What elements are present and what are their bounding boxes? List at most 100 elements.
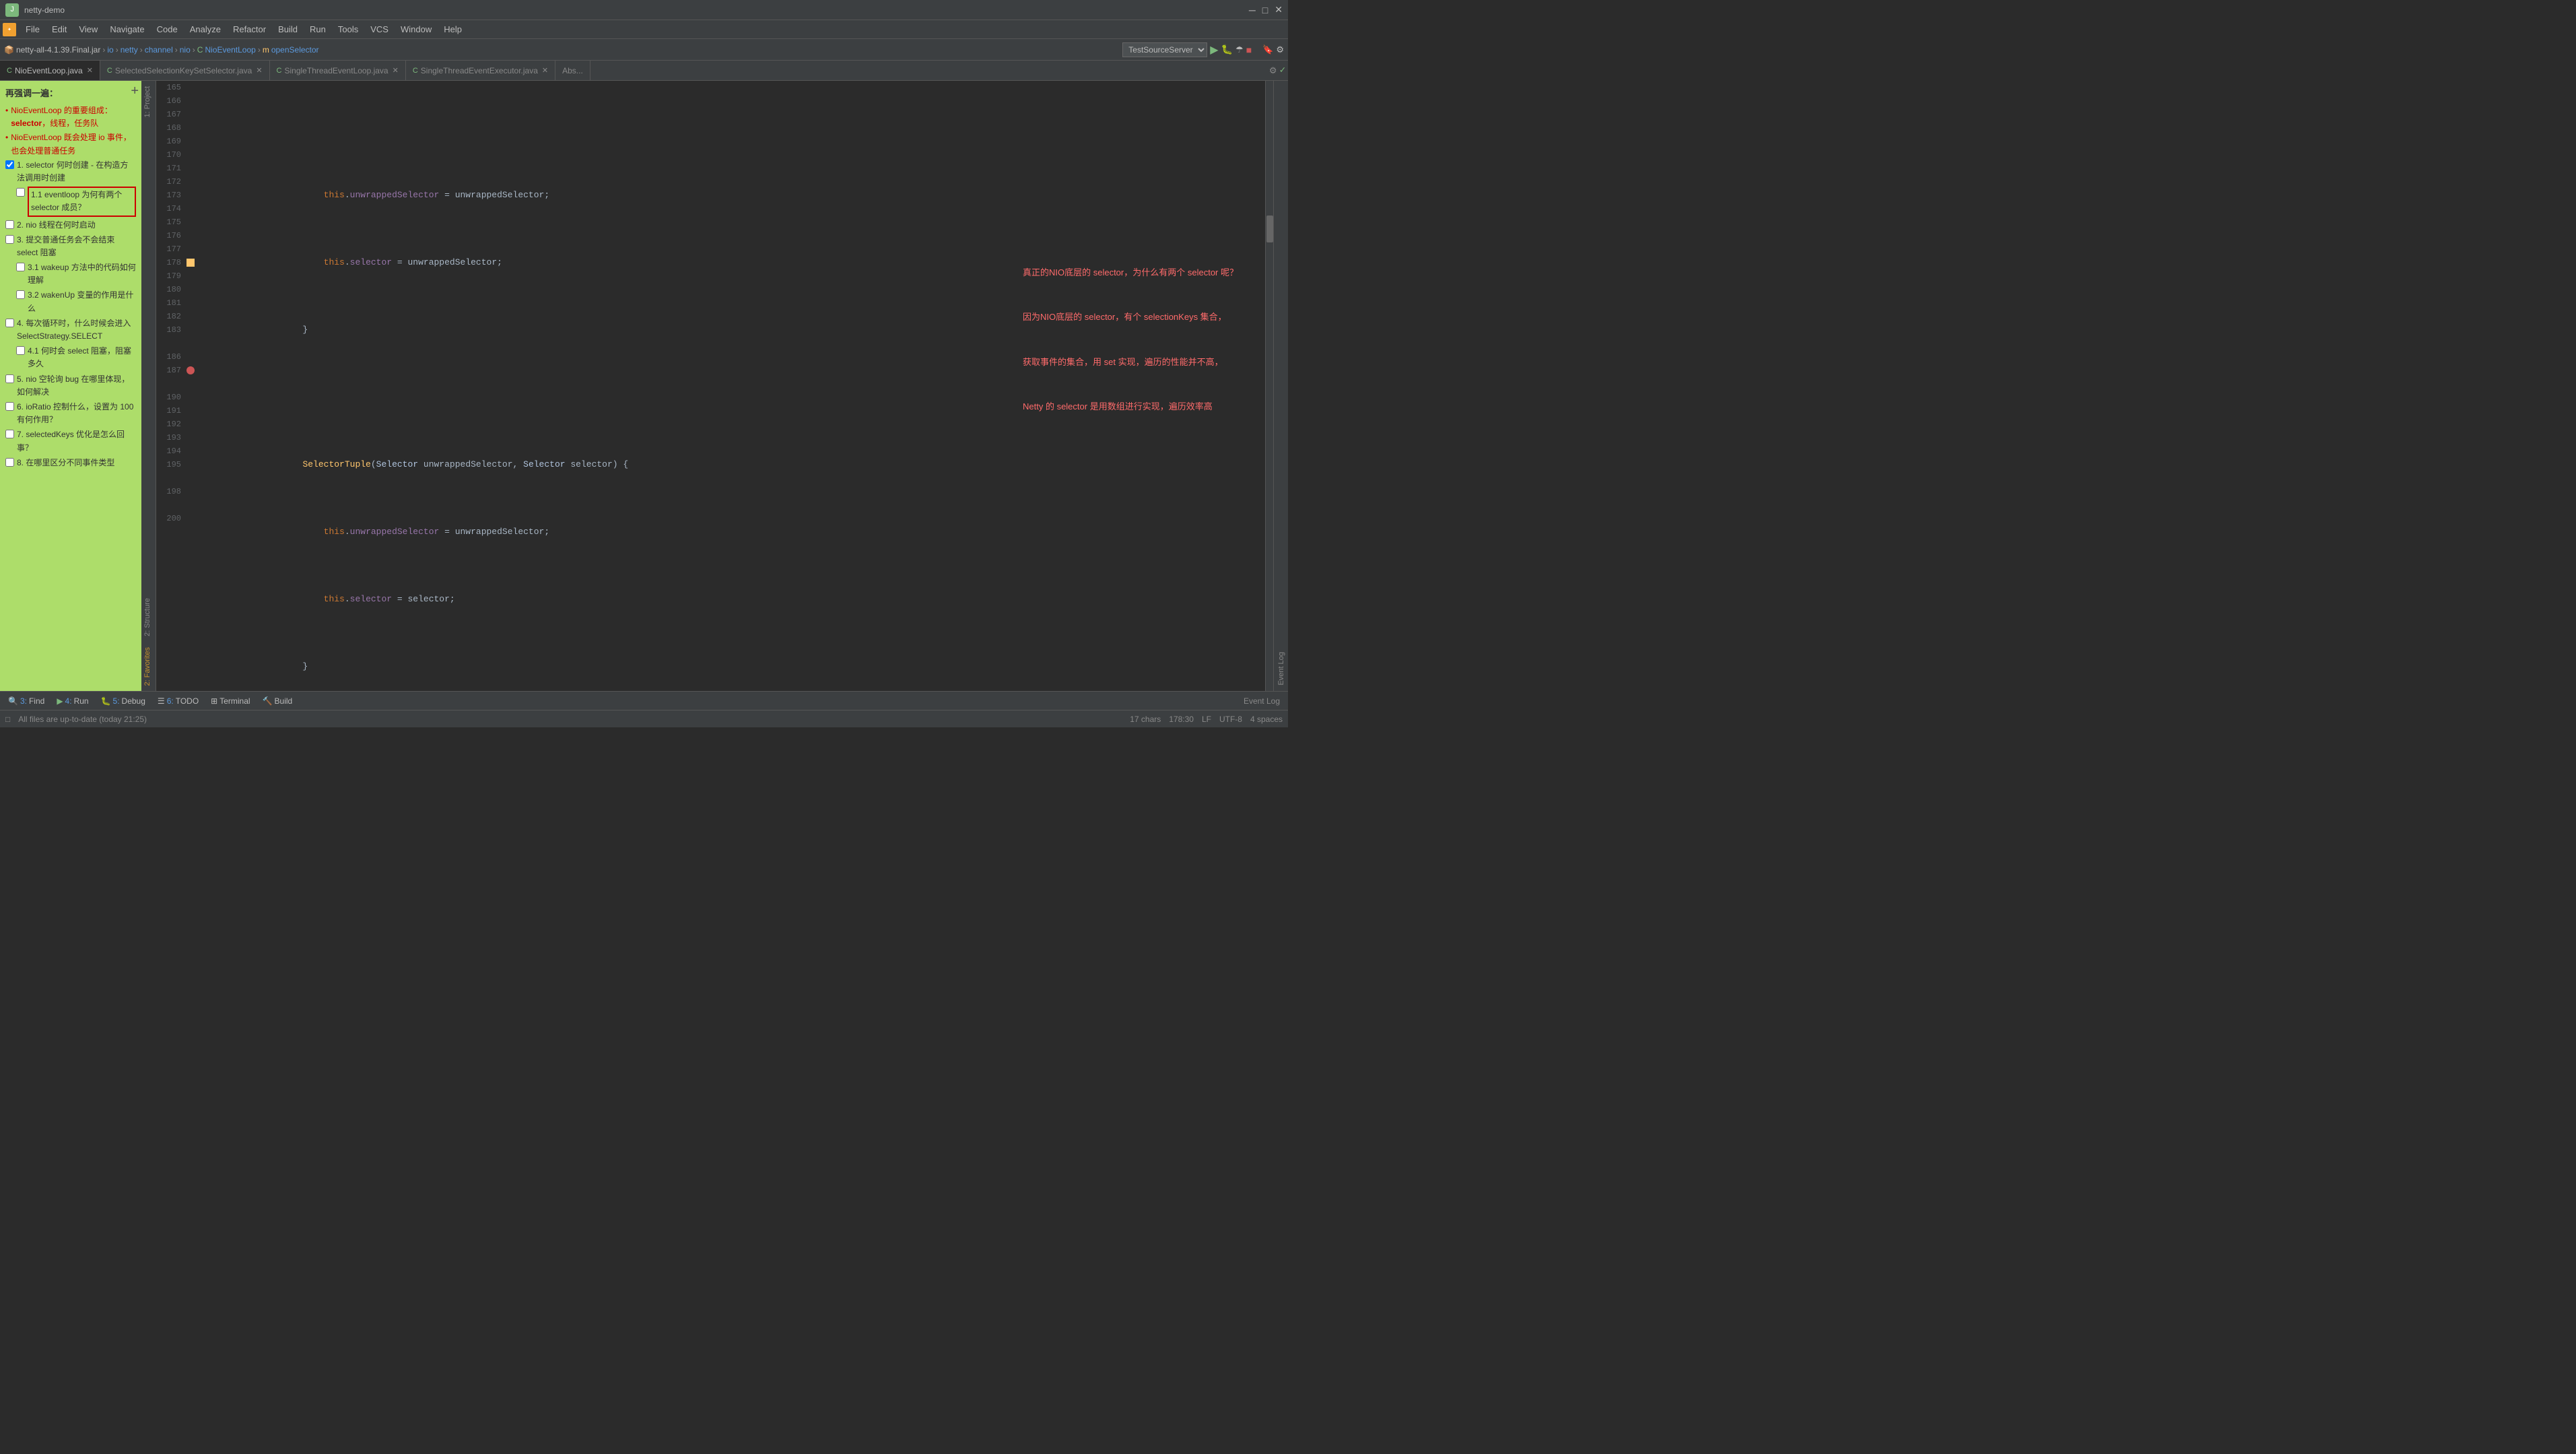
tab-icon-nioeventloop: C bbox=[7, 67, 12, 75]
menu-edit[interactable]: Edit bbox=[46, 22, 72, 36]
stop-button[interactable]: ■ bbox=[1246, 44, 1252, 55]
tab-singlethreadeventloop[interactable]: C SingleThreadEventLoop.java ✕ bbox=[270, 61, 406, 81]
terminal-button[interactable]: ⊞ Terminal bbox=[205, 695, 255, 707]
menu-navigate[interactable]: Navigate bbox=[104, 22, 149, 36]
panel-title: 再强调一遍： bbox=[5, 86, 136, 99]
check-item-4: 4. 每次循环时，什么时候会进入 SelectStrategy.SELECT bbox=[5, 317, 136, 343]
run-tool-button[interactable]: ▶ 4: Run bbox=[51, 695, 94, 707]
menu-analyze[interactable]: Analyze bbox=[184, 22, 226, 36]
code-editor: 165 166 167 168 169 170 171 172 173 174 … bbox=[156, 81, 1273, 691]
tab-icon-singlethread: C bbox=[277, 67, 282, 75]
checkbox-2[interactable] bbox=[5, 220, 14, 229]
tab-label-singlethread: SingleThreadEventLoop.java bbox=[285, 66, 388, 75]
annotation-line-3: 获取事件的集合，用 set 实现，遍历的性能并不高， bbox=[1023, 355, 1238, 370]
tab-abs[interactable]: Abs... bbox=[555, 61, 590, 81]
nav-channel[interactable]: channel bbox=[145, 45, 173, 55]
find-button[interactable]: 🔍 3: Find bbox=[3, 695, 50, 707]
nav-netty[interactable]: netty bbox=[121, 45, 138, 55]
menu-run[interactable]: Run bbox=[304, 22, 331, 36]
menu-tools[interactable]: Tools bbox=[333, 22, 364, 36]
checkbox-1[interactable] bbox=[5, 160, 14, 169]
tab-label-executor: SingleThreadEventExecutor.java bbox=[421, 66, 538, 75]
add-note-button[interactable]: + bbox=[131, 84, 139, 99]
menu-file[interactable]: File bbox=[20, 22, 45, 36]
todo-icon: ☰ bbox=[158, 696, 165, 706]
project-tab[interactable]: 1: Project bbox=[141, 81, 156, 123]
tab-close-singlethread[interactable]: ✕ bbox=[393, 66, 399, 75]
menu-vcs[interactable]: VCS bbox=[365, 22, 394, 36]
favorites-tab[interactable]: 2: Favorites bbox=[141, 642, 156, 691]
maximize-button[interactable]: □ bbox=[1262, 4, 1268, 15]
right-side-panel: Event Log bbox=[1273, 81, 1288, 691]
checkbox-1-1[interactable] bbox=[16, 188, 25, 197]
menu-build[interactable]: Build bbox=[273, 22, 303, 36]
char-count: 17 chars bbox=[1130, 715, 1161, 724]
run-button[interactable]: ▶ bbox=[1210, 43, 1218, 57]
debug-tool-button[interactable]: 🐛 5: Debug bbox=[96, 695, 151, 707]
breakpoint-187[interactable] bbox=[187, 366, 195, 374]
menu-code[interactable]: Code bbox=[151, 22, 183, 36]
encoding[interactable]: UTF-8 bbox=[1219, 715, 1242, 724]
code-container[interactable]: 165 166 167 168 169 170 171 172 173 174 … bbox=[156, 81, 1273, 691]
checkbox-4[interactable] bbox=[5, 319, 14, 327]
tab-singlethreadeventexecutor[interactable]: C SingleThreadEventExecutor.java ✕ bbox=[406, 61, 555, 81]
build-button[interactable]: 🔨 Build bbox=[257, 695, 298, 707]
run-tool-label: Run bbox=[74, 696, 89, 706]
checkbox-7[interactable] bbox=[5, 430, 14, 438]
coverage-button[interactable]: ☂ bbox=[1235, 44, 1244, 55]
structure-tab[interactable]: 2: Structure bbox=[141, 593, 156, 642]
todo-button[interactable]: ☰ 6: TODO bbox=[152, 695, 204, 707]
cursor-position[interactable]: 178:30 bbox=[1169, 715, 1194, 724]
nav-openselector[interactable]: openSelector bbox=[271, 45, 319, 55]
tab-bar: C NioEventLoop.java ✕ C SelectedSelectio… bbox=[0, 61, 1288, 81]
checkbox-4-1[interactable] bbox=[16, 346, 25, 355]
breakpoint-178[interactable] bbox=[187, 259, 195, 267]
check-item-1-1: 1.1 eventloop 为何有两个 selector 成员？ bbox=[5, 187, 136, 216]
statusbar-left: □ All files are up-to-date (today 21:25) bbox=[5, 715, 147, 724]
build-label: Build bbox=[275, 696, 293, 706]
window-controls: ─ □ ✕ bbox=[1249, 4, 1283, 15]
checkbox-3-2[interactable] bbox=[16, 290, 25, 299]
menu-refactor[interactable]: Refactor bbox=[228, 22, 271, 36]
checkbox-6[interactable] bbox=[5, 402, 14, 411]
check-item-6: 6. ioRatio 控制什么，设置为 100 有何作用？ bbox=[5, 401, 136, 426]
tab-close-nioeventloop[interactable]: ✕ bbox=[87, 66, 93, 75]
menu-view[interactable]: View bbox=[73, 22, 103, 36]
nav-nio[interactable]: nio bbox=[180, 45, 191, 55]
indent[interactable]: 4 spaces bbox=[1250, 715, 1283, 724]
bookmark-button[interactable]: 🔖 bbox=[1262, 44, 1273, 55]
annotation-box: 真正的NIO底层的 selector，为什么有两个 selector 呢？ 因为… bbox=[1023, 236, 1238, 444]
checkbox-3-1[interactable] bbox=[16, 263, 25, 271]
run-config-select[interactable]: TestSourceServer bbox=[1122, 42, 1207, 57]
menu-help[interactable]: Help bbox=[438, 22, 467, 36]
nav-nioeventloop[interactable]: NioEventLoop bbox=[205, 45, 255, 55]
settings-button[interactable]: ⚙ bbox=[1276, 44, 1284, 55]
statusbar-right: 17 chars 178:30 LF UTF-8 4 spaces bbox=[1130, 715, 1283, 724]
editor-settings-button[interactable]: ⚙ bbox=[1269, 65, 1277, 76]
menu-window[interactable]: Window bbox=[395, 22, 437, 36]
check-item-7: 7. selectedKeys 优化是怎么回事？ bbox=[5, 428, 136, 454]
minimize-button[interactable]: ─ bbox=[1249, 4, 1256, 15]
code-line-169: SelectorTuple(Selector unwrappedSelector… bbox=[208, 444, 1252, 458]
tab-selectedselection[interactable]: C SelectedSelectionKeySetSelector.java ✕ bbox=[100, 61, 270, 81]
event-log-bottom[interactable]: Event Log bbox=[1238, 696, 1285, 706]
checkbox-3[interactable] bbox=[5, 235, 14, 244]
vertical-scrollbar[interactable] bbox=[1265, 81, 1273, 691]
line-ending[interactable]: LF bbox=[1202, 715, 1211, 724]
nav-io[interactable]: io bbox=[107, 45, 113, 55]
debug-button[interactable]: 🐛 bbox=[1221, 44, 1233, 55]
tab-close-selectedselection[interactable]: ✕ bbox=[256, 66, 262, 75]
checkbox-8[interactable] bbox=[5, 458, 14, 467]
code-line-171: this.selector = selector; bbox=[208, 579, 1252, 593]
code-content: 真正的NIO底层的 selector，为什么有两个 selector 呢？ 因为… bbox=[203, 81, 1265, 691]
checkbox-5[interactable] bbox=[5, 374, 14, 383]
close-button[interactable]: ✕ bbox=[1275, 4, 1283, 15]
tab-close-executor[interactable]: ✕ bbox=[542, 66, 548, 75]
tab-nioeventloop[interactable]: C NioEventLoop.java ✕ bbox=[0, 61, 100, 81]
scrollbar-thumb[interactable] bbox=[1266, 216, 1273, 242]
vcs-icon: □ bbox=[5, 715, 10, 724]
event-log-tab[interactable]: Event Log bbox=[1275, 647, 1287, 691]
bullet-icon-2: • bbox=[5, 131, 8, 144]
check-item-3-1: 3.1 wakeup 方法中的代码如何理解 bbox=[5, 261, 136, 287]
run-controls: TestSourceServer ▶ 🐛 ☂ ■ 🔖 ⚙ bbox=[1122, 42, 1284, 57]
